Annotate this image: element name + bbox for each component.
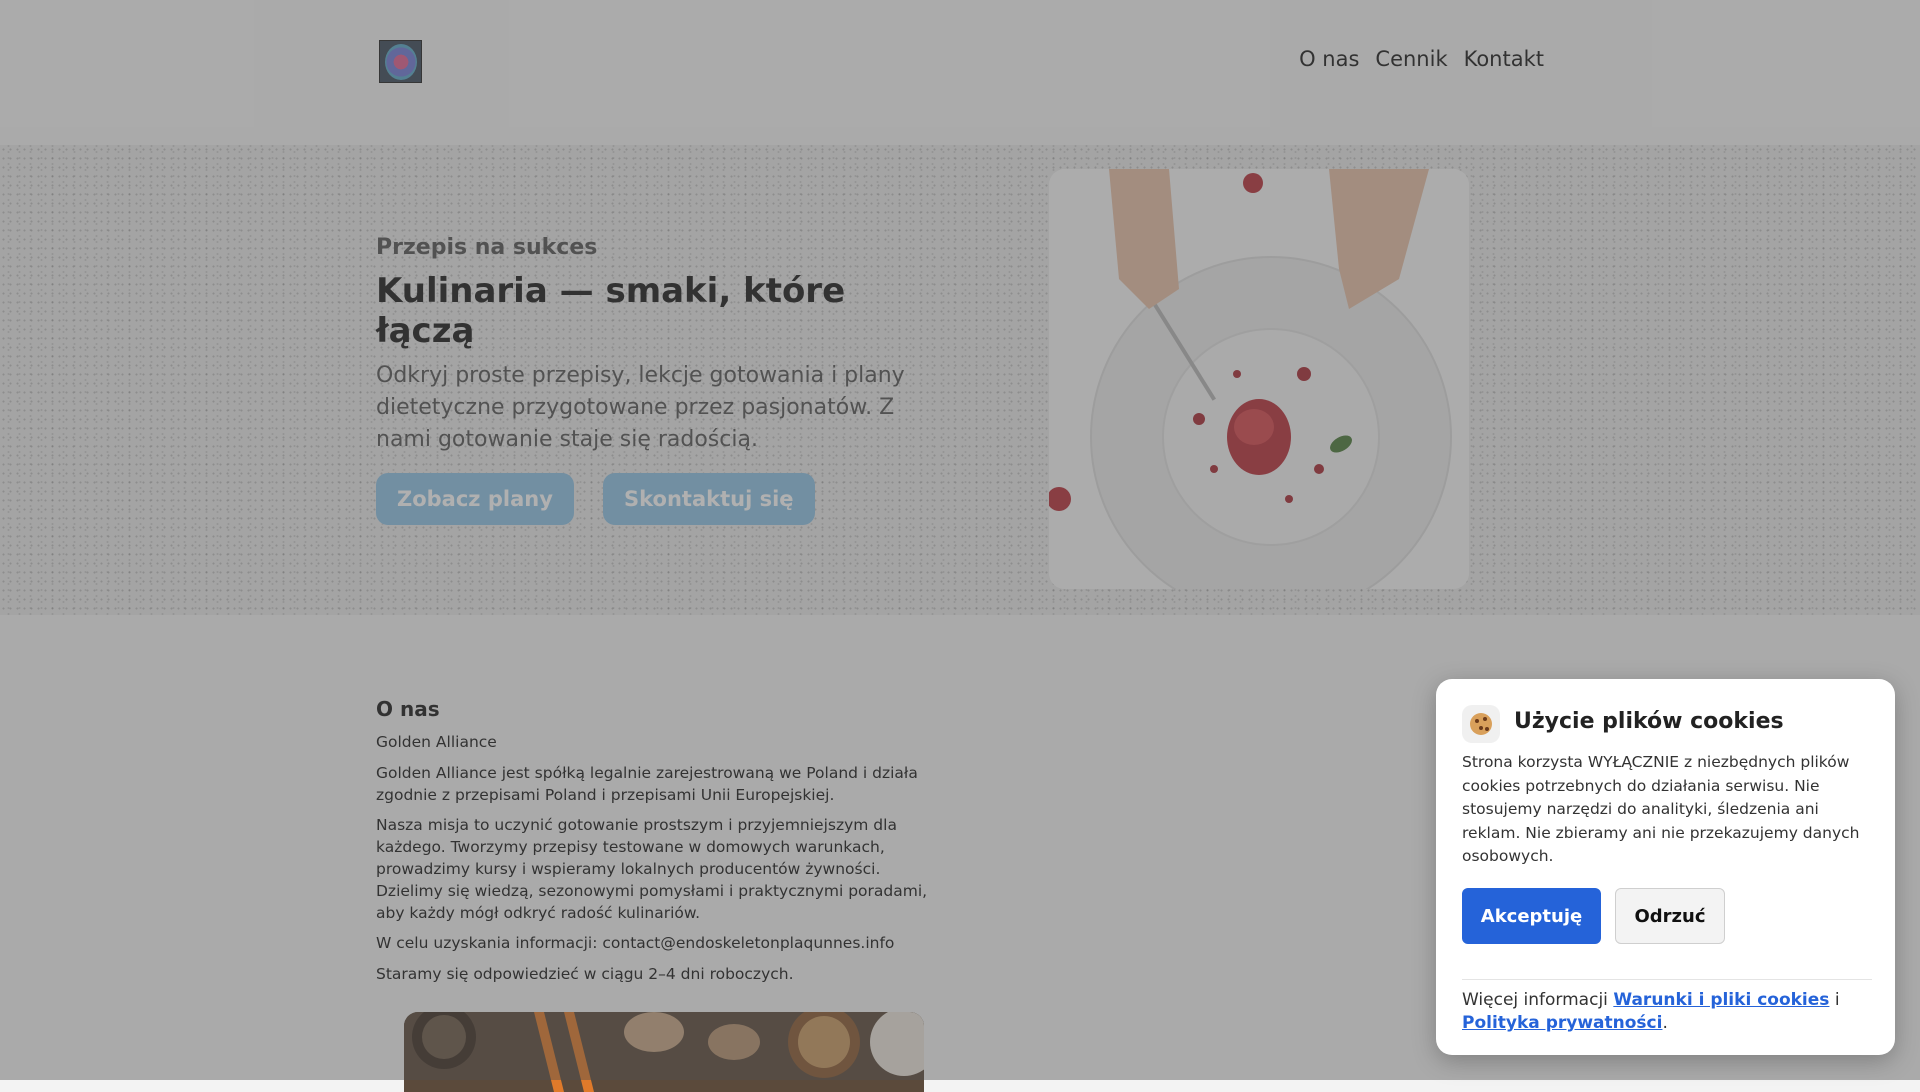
more-info-label: Więcej informacji <box>1462 990 1608 1010</box>
cookie-consent-dialog: Użycie plików cookies Strona korzysta WY… <box>1436 679 1895 1055</box>
conjunction-text: i <box>1834 990 1840 1010</box>
reject-cookies-button[interactable]: Odrzuć <box>1615 888 1725 944</box>
suffix-text: . <box>1662 1013 1668 1033</box>
cookie-icon <box>1462 705 1500 743</box>
accept-cookies-button[interactable]: Akceptuję <box>1462 888 1601 944</box>
terms-cookies-link[interactable]: Warunki i pliki cookies <box>1613 990 1829 1010</box>
divider <box>1462 979 1872 980</box>
cookie-title: Użycie plików cookies <box>1514 709 1784 734</box>
cookie-more-info: Więcej informacji Warunki i pliki cookie… <box>1462 989 1872 1035</box>
privacy-policy-link[interactable]: Polityka prywatności <box>1462 1013 1662 1033</box>
cookie-description: Strona korzysta WYŁĄCZNIE z niezbędnych … <box>1462 753 1860 865</box>
